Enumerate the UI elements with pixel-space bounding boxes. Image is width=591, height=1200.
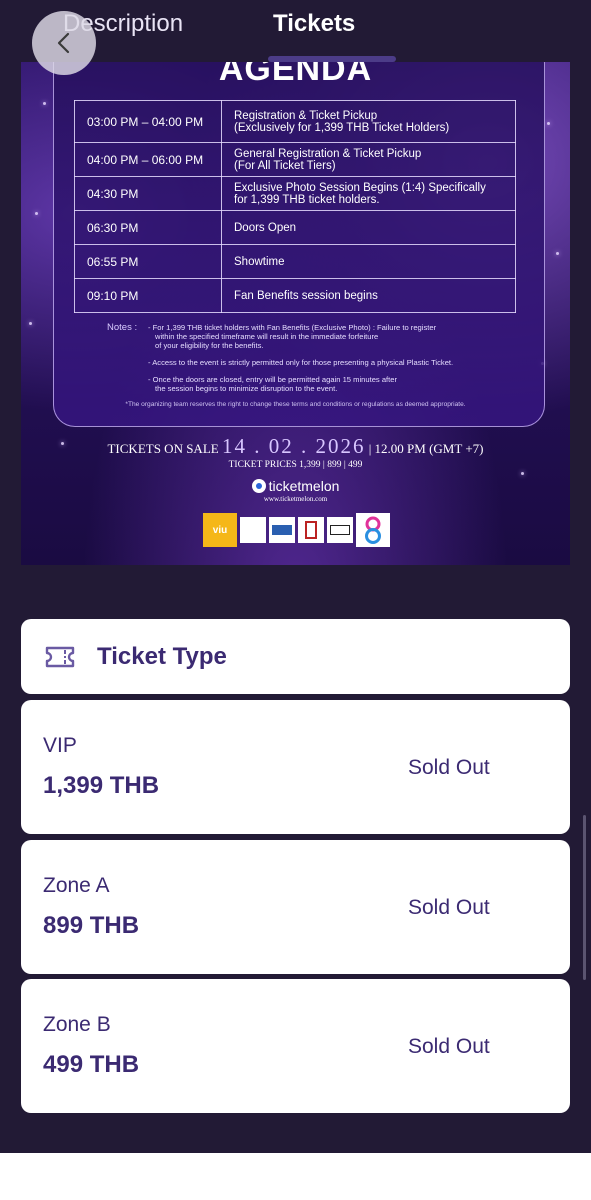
- agenda-row: 09:10 PM Fan Benefits session begins: [74, 278, 516, 313]
- brand-url: www.ticketmelon.com: [263, 495, 328, 503]
- sponsor-logo: [240, 517, 266, 543]
- ticket-type-header: Ticket Type: [21, 619, 570, 694]
- back-button[interactable]: [32, 11, 96, 75]
- next-card-peek: [0, 1153, 591, 1200]
- sponsor-logos: viu: [203, 513, 390, 547]
- sponsor-logo: [327, 517, 353, 543]
- agenda-title: AGENDA: [218, 62, 373, 88]
- sponsor-logo: [298, 517, 324, 543]
- note-item: - Once the doors are closed, entry will …: [148, 375, 398, 393]
- sale-date: 14 . 02 . 2026: [221, 434, 366, 458]
- sale-info: TICKETS ON SALE 14 . 02 . 2026 | 12.00 P…: [21, 434, 570, 459]
- note-item: - Access to the event is strictly permit…: [148, 358, 454, 367]
- agenda-time: 04:00 PM – 06:00 PM: [74, 142, 222, 177]
- active-tab-indicator: [268, 56, 396, 62]
- notes-label: Notes :: [107, 322, 138, 333]
- viu-logo: viu: [203, 513, 237, 547]
- sale-prefix: TICKETS ON SALE: [107, 441, 219, 456]
- ticket-tier-card[interactable]: VIP 1,399 THB Sold Out: [21, 700, 570, 834]
- chevron-left-icon: [57, 32, 70, 54]
- agenda-time: 06:55 PM: [74, 244, 222, 279]
- agenda-time: 09:10 PM: [74, 278, 222, 313]
- scrollbar[interactable]: [583, 815, 586, 980]
- agenda-row: 04:00 PM – 06:00 PM General Registration…: [74, 142, 516, 177]
- ticket-tier-card[interactable]: Zone A 899 THB Sold Out: [21, 840, 570, 974]
- ticket-type-title: Ticket Type: [97, 643, 227, 670]
- sale-time: | 12.00 PM (GMT +7): [368, 441, 484, 456]
- ticket-icon: [45, 646, 75, 668]
- channel-8-logo: [356, 513, 390, 547]
- agenda-time: 06:30 PM: [74, 210, 222, 245]
- agenda-table: 03:00 PM – 04:00 PM Registration & Ticke…: [74, 100, 516, 313]
- tier-price: 899 THB: [43, 912, 140, 939]
- agenda-row: 03:00 PM – 04:00 PM Registration & Ticke…: [74, 100, 516, 143]
- event-poster: AGENDA 03:00 PM – 04:00 PM Registration …: [21, 62, 570, 565]
- agenda-row: 06:30 PM Doors Open: [74, 210, 516, 245]
- agenda-row: 06:55 PM Showtime: [74, 244, 516, 279]
- ticket-tier-card[interactable]: Zone B 499 THB Sold Out: [21, 979, 570, 1113]
- tier-name: Zone B: [43, 1013, 111, 1036]
- brand: ticketmelon: [21, 478, 570, 494]
- agenda-activity: Doors Open: [221, 210, 516, 245]
- ticket-prices: TICKET PRICES 1,399 | 899 | 499: [228, 460, 363, 470]
- channel-8-icon: [365, 516, 381, 544]
- agenda-time: 04:30 PM: [74, 176, 222, 211]
- brand-name: ticketmelon: [268, 478, 340, 494]
- disclaimer: *The organizing team reserves the right …: [125, 401, 466, 408]
- agenda-activity: Showtime: [221, 244, 516, 279]
- tier-status: Sold Out: [408, 896, 490, 919]
- tier-price: 1,399 THB: [43, 772, 160, 799]
- tier-status: Sold Out: [408, 1035, 490, 1058]
- agenda-activity: Registration & Ticket Pickup (Exclusively…: [221, 100, 516, 143]
- note-item: - For 1,399 THB ticket holders with Fan …: [148, 323, 437, 350]
- tier-name: Zone A: [43, 874, 110, 897]
- tier-price: 499 THB: [43, 1051, 140, 1078]
- agenda-time: 03:00 PM – 04:00 PM: [74, 100, 222, 143]
- agenda-activity: Exclusive Photo Session Begins (1:4) Spe…: [221, 176, 516, 211]
- tier-status: Sold Out: [408, 756, 490, 779]
- ticketmelon-logo-icon: [251, 479, 266, 493]
- agenda-row: 04:30 PM Exclusive Photo Session Begins …: [74, 176, 516, 211]
- tab-tickets[interactable]: Tickets: [273, 10, 355, 38]
- tier-name: VIP: [43, 734, 77, 757]
- agenda-activity: General Registration & Ticket Pickup (For…: [221, 142, 516, 177]
- sponsor-logo: [269, 517, 295, 543]
- agenda-activity: Fan Benefits session begins: [221, 278, 516, 313]
